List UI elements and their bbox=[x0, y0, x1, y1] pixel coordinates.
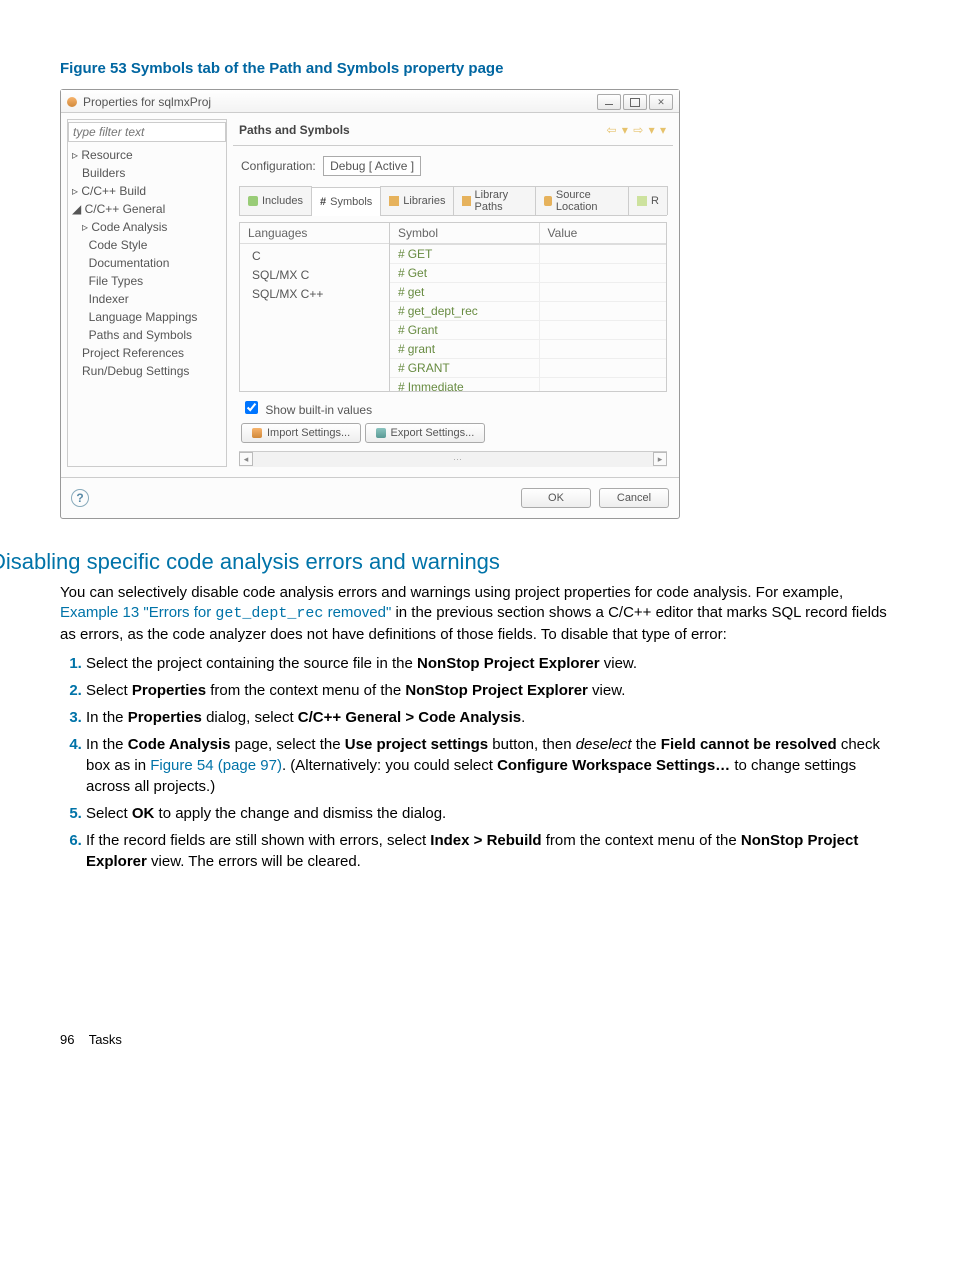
tree-item[interactable]: Code Style bbox=[72, 236, 222, 254]
export-icon bbox=[376, 428, 386, 438]
minimize-button[interactable] bbox=[597, 94, 621, 110]
table-row[interactable]: #Grant bbox=[390, 321, 666, 340]
symbol-header: Symbol bbox=[390, 223, 540, 244]
import-icon bbox=[252, 428, 262, 438]
left-pane: ▹ Resource Builders ▹ C/C++ Build ◢ C/C+… bbox=[67, 119, 227, 467]
show-builtin-checkbox[interactable]: Show built-in values bbox=[241, 403, 372, 417]
tree-item[interactable]: Run/Debug Settings bbox=[72, 362, 222, 380]
tab-libraries[interactable]: Libraries bbox=[380, 186, 454, 215]
button-label: Import Settings... bbox=[267, 427, 350, 439]
tree-item[interactable]: Paths and Symbols bbox=[72, 326, 222, 344]
hash-icon: # bbox=[320, 196, 326, 208]
example-link[interactable]: Example 13 "Errors for get_dept_rec remo… bbox=[60, 604, 391, 621]
libraries-icon bbox=[389, 196, 399, 206]
library-paths-icon bbox=[462, 196, 470, 206]
list-item: In the Properties dialog, select C/C++ G… bbox=[86, 707, 894, 728]
tree-item[interactable]: Project References bbox=[72, 344, 222, 362]
page-number: 96 bbox=[60, 1032, 74, 1047]
tab-includes[interactable]: Includes bbox=[239, 186, 312, 215]
languages-header: Languages bbox=[240, 223, 389, 244]
symbols-table-group: Languages C SQL/MX C SQL/MX C++ Symbol V… bbox=[239, 222, 667, 392]
tab-r-partial[interactable]: R bbox=[628, 186, 668, 215]
show-builtin-label: Show built-in values bbox=[265, 403, 372, 417]
nav-tree[interactable]: ▹ Resource Builders ▹ C/C++ Build ◢ C/C+… bbox=[68, 142, 226, 384]
source-location-icon bbox=[544, 196, 552, 206]
list-item: Select Properties from the context menu … bbox=[86, 680, 894, 701]
tree-item[interactable]: Builders bbox=[72, 164, 222, 182]
tree-item[interactable]: ▹ Code Analysis bbox=[72, 218, 222, 236]
tab-label: R bbox=[651, 195, 659, 207]
figure-link[interactable]: Figure 54 (page 97) bbox=[150, 757, 282, 774]
table-row[interactable]: #grant bbox=[390, 340, 666, 359]
tab-label: Library Paths bbox=[475, 189, 527, 213]
cancel-button[interactable]: Cancel bbox=[599, 488, 669, 508]
tree-item[interactable]: File Types bbox=[72, 272, 222, 290]
help-icon[interactable]: ? bbox=[71, 489, 89, 507]
list-item: In the Code Analysis page, select the Us… bbox=[86, 734, 894, 797]
properties-dialog: Properties for sqlmxProj ✕ ▹ Resource Bu… bbox=[60, 89, 680, 519]
dialog-title: Properties for sqlmxProj bbox=[83, 95, 211, 109]
table-row[interactable]: #GET bbox=[390, 245, 666, 264]
app-icon bbox=[67, 97, 77, 107]
table-row[interactable]: #get_dept_rec bbox=[390, 302, 666, 321]
tabbar: Includes # Symbols Libraries Library Path… bbox=[239, 186, 667, 216]
tab-label: Includes bbox=[262, 195, 303, 207]
config-label: Configuration: bbox=[241, 159, 316, 173]
tab-label: Libraries bbox=[403, 195, 445, 207]
list-item: If the record fields are still shown wit… bbox=[86, 830, 894, 872]
export-settings-button[interactable]: Export Settings... bbox=[365, 423, 486, 443]
tree-item[interactable]: ◢ C/C++ General bbox=[72, 200, 222, 218]
language-item[interactable]: SQL/MX C++ bbox=[252, 285, 377, 304]
intro-paragraph: You can selectively disable code analysi… bbox=[60, 583, 894, 645]
r-icon bbox=[637, 196, 647, 206]
filter-input[interactable] bbox=[68, 122, 226, 142]
value-header: Value bbox=[540, 223, 666, 244]
tab-library-paths[interactable]: Library Paths bbox=[453, 186, 535, 215]
figure-caption: Figure 53 Symbols tab of the Path and Sy… bbox=[60, 60, 894, 77]
scroll-left-button[interactable]: ◂ bbox=[239, 452, 253, 466]
tree-item[interactable]: ▹ Resource bbox=[72, 146, 222, 164]
show-builtin-input[interactable] bbox=[245, 401, 258, 414]
table-row[interactable]: #get bbox=[390, 283, 666, 302]
tab-symbols[interactable]: # Symbols bbox=[311, 187, 381, 216]
tab-source-location[interactable]: Source Location bbox=[535, 186, 629, 215]
config-select[interactable]: Debug [ Active ] bbox=[323, 156, 421, 176]
nav-arrows-icon[interactable]: ⇦ ▾ ⇨ ▾ ▾ bbox=[606, 123, 667, 137]
ok-button[interactable]: OK bbox=[521, 488, 591, 508]
footer-label: Tasks bbox=[89, 1032, 122, 1047]
steps-list: Select the project containing the source… bbox=[60, 653, 894, 872]
button-label: Cancel bbox=[617, 492, 651, 504]
titlebar: Properties for sqlmxProj ✕ bbox=[61, 90, 679, 113]
panel-title: Paths and Symbols bbox=[239, 123, 350, 137]
tree-item[interactable]: Documentation bbox=[72, 254, 222, 272]
scroll-grip-icon: ⋯ bbox=[453, 454, 462, 465]
horizontal-scrollbar[interactable]: ◂ ⋯ ▸ bbox=[239, 451, 667, 467]
language-item[interactable]: C bbox=[252, 247, 377, 266]
button-label: OK bbox=[548, 492, 564, 504]
list-item: Select OK to apply the change and dismis… bbox=[86, 803, 894, 824]
configuration-row: Configuration: Debug [ Active ] bbox=[233, 146, 673, 186]
includes-icon bbox=[248, 196, 258, 206]
page-footer: 96 Tasks bbox=[60, 1032, 894, 1047]
table-row[interactable]: #Get bbox=[390, 264, 666, 283]
tree-item[interactable]: Indexer bbox=[72, 290, 222, 308]
import-settings-button[interactable]: Import Settings... bbox=[241, 423, 361, 443]
table-row[interactable]: #Immediate bbox=[390, 378, 666, 391]
language-item[interactable]: SQL/MX C bbox=[252, 266, 377, 285]
close-button[interactable]: ✕ bbox=[649, 94, 673, 110]
list-item: Select the project containing the source… bbox=[86, 653, 894, 674]
table-row[interactable]: #GRANT bbox=[390, 359, 666, 378]
tab-label: Symbols bbox=[330, 196, 372, 208]
tab-label: Source Location bbox=[556, 189, 620, 213]
tree-item[interactable]: Language Mappings bbox=[72, 308, 222, 326]
section-heading: Disabling specific code analysis errors … bbox=[0, 549, 894, 575]
maximize-button[interactable] bbox=[623, 94, 647, 110]
tree-item[interactable]: ▹ C/C++ Build bbox=[72, 182, 222, 200]
scroll-right-button[interactable]: ▸ bbox=[653, 452, 667, 466]
button-label: Export Settings... bbox=[391, 427, 475, 439]
